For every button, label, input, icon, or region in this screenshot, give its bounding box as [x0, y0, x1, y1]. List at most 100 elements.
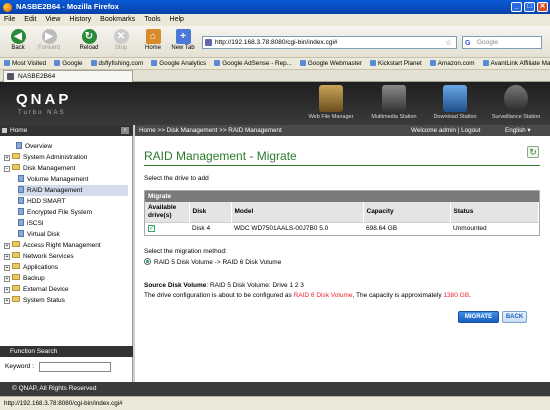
- web-file-manager-button[interactable]: Web File Manager: [300, 84, 362, 124]
- drive-select-checkbox[interactable]: ✓: [148, 225, 155, 233]
- refresh-icon: ↻: [529, 147, 537, 157]
- folder-icon: [12, 153, 20, 159]
- expand-icon[interactable]: +: [4, 298, 10, 304]
- forward-button[interactable]: ▶ Forward: [34, 28, 64, 56]
- menu-edit[interactable]: Edit: [24, 14, 36, 26]
- expand-icon[interactable]: +: [4, 155, 10, 161]
- expand-icon[interactable]: +: [4, 276, 10, 282]
- reload-button[interactable]: ↻ Reload: [74, 28, 104, 56]
- source-volume-value: : RAID 5 Disk Volume: Drive 1 2 3: [206, 282, 304, 289]
- welcome-logout-link[interactable]: Welcome admin | Logout: [411, 125, 480, 136]
- migrate-button[interactable]: MIGRATE: [458, 311, 499, 323]
- sidebar-item-overview[interactable]: Overview: [4, 141, 52, 152]
- sidebar-item-encrypted-file-system[interactable]: Encrypted File System: [18, 207, 92, 218]
- bookmark-item[interactable]: Google Webmaster: [300, 58, 362, 69]
- menu-bookmarks[interactable]: Bookmarks: [100, 14, 135, 26]
- expand-icon[interactable]: +: [4, 287, 10, 293]
- browser-tab[interactable]: NASBE2B64: [3, 70, 133, 82]
- sidebar-item-applications[interactable]: + Applications: [4, 262, 58, 273]
- site-favicon-icon: [205, 39, 212, 46]
- address-bar[interactable]: http://192.168.3.78:8080/cgi-bin/index.c…: [202, 36, 457, 49]
- bookmark-item[interactable]: Kickstart Planet: [370, 58, 422, 69]
- stop-button[interactable]: ✕ Stop: [106, 28, 136, 56]
- surveillance-station-button[interactable]: Surveillance Station: [485, 84, 547, 124]
- menu-history[interactable]: History: [69, 14, 91, 26]
- sidebar-item-virtual-disk[interactable]: Virtual Disk: [18, 229, 60, 240]
- sidebar-item-disk-management[interactable]: − Disk Management: [4, 163, 75, 174]
- raid-icon: [18, 186, 24, 193]
- refresh-button[interactable]: ↻: [527, 146, 539, 158]
- sidebar-item-label: Overview: [25, 143, 53, 150]
- menu-file[interactable]: File: [4, 14, 15, 26]
- column-header: Model: [231, 202, 364, 222]
- multimedia-station-button[interactable]: Multimedia Station: [363, 84, 425, 124]
- sidebar-item-label: Disk Management: [23, 165, 76, 172]
- sidebar-item-system-administration[interactable]: + System Administration: [4, 152, 87, 163]
- bookmark-item[interactable]: dsflyfishing.com: [91, 58, 144, 69]
- menu-bar: File Edit View History Bookmarks Tools H…: [0, 14, 550, 26]
- bookmark-item[interactable]: AvantLink Affiliate Ma...: [483, 58, 550, 69]
- status-cell: Unmounted: [450, 221, 539, 235]
- keyword-input[interactable]: [39, 362, 111, 372]
- home-icon: ⌂: [145, 29, 161, 44]
- window-titlebar: NASBE2B64 - Mozilla Firefox _ □ ✕: [0, 0, 550, 14]
- sidebar-item-hdd-smart[interactable]: HDD SMART: [18, 196, 66, 207]
- sidebar-item-volume-management[interactable]: Volume Management: [18, 174, 88, 185]
- column-header: Available drive(s): [145, 202, 190, 222]
- station-label: Surveillance Station: [491, 114, 541, 120]
- target-capacity: 1380 GB: [443, 292, 470, 299]
- sidebar-item-network-services[interactable]: + Network Services: [4, 251, 74, 262]
- column-header: Capacity: [363, 202, 451, 222]
- config-mid: , The capacity is approximately: [352, 292, 444, 299]
- radio-selected-icon[interactable]: [144, 258, 151, 265]
- chevron-down-icon: ▾: [527, 127, 531, 134]
- bookmark-item[interactable]: Google AdSense - Rep...: [214, 58, 292, 69]
- reload-icon: ↻: [81, 29, 97, 44]
- folder-icon: [12, 252, 20, 258]
- bookmark-item[interactable]: Most Visited: [4, 58, 46, 69]
- collapse-sidebar-button[interactable]: «: [121, 127, 129, 134]
- hdd-icon: [18, 197, 24, 204]
- language-select[interactable]: English ▾: [505, 125, 531, 136]
- folder-icon: [12, 296, 20, 302]
- back-to-list-button[interactable]: BACK: [502, 311, 527, 323]
- surveillance-station-icon: [504, 85, 528, 112]
- sidebar-item-external-device[interactable]: + External Device: [4, 284, 69, 295]
- expand-icon[interactable]: +: [4, 254, 10, 260]
- target-volume-type: RAID 6 Disk Volume: [293, 292, 353, 299]
- new-tab-button[interactable]: + New Tab: [168, 28, 198, 56]
- column-header: Disk: [189, 202, 232, 222]
- sidebar-item-access-right-management[interactable]: + Access Right Management: [4, 240, 101, 251]
- bookmark-item[interactable]: Google Analytics: [151, 58, 206, 69]
- firefox-icon: [3, 3, 12, 12]
- browser-status-bar: http://192.168.3.78:8080/cgi-bin/index.c…: [0, 396, 550, 410]
- bookmark-star-icon[interactable]: ☆: [445, 37, 452, 48]
- sidebar-item-iscsi[interactable]: iSCSI: [18, 218, 44, 229]
- sidebar-item-raid-management[interactable]: RAID Management: [18, 185, 128, 196]
- sidebar-item-label: Network Services: [23, 253, 74, 260]
- expand-icon[interactable]: +: [4, 265, 10, 271]
- source-volume-line: Source Disk Volume: RAID 5 Disk Volume: …: [144, 282, 304, 289]
- maximize-button[interactable]: □: [524, 2, 535, 12]
- forward-arrow-icon: ▶: [41, 29, 57, 44]
- keyword-label: Keyword :: [5, 363, 34, 370]
- model-cell: WDC WD7501AALS-00J7B0 5.0: [231, 221, 363, 235]
- menu-help[interactable]: Help: [170, 14, 184, 26]
- sidebar-item-system-status[interactable]: + System Status: [4, 295, 65, 306]
- bookmark-item[interactable]: Amazon.com: [430, 58, 475, 69]
- back-button[interactable]: ◀ Back: [3, 28, 33, 56]
- expand-icon[interactable]: +: [4, 243, 10, 249]
- collapse-icon[interactable]: −: [4, 166, 10, 172]
- minimize-button[interactable]: _: [511, 2, 522, 12]
- migration-method-option[interactable]: RAID 5 Disk Volume -> RAID 6 Disk Volume: [144, 258, 281, 266]
- sidebar-item-backup[interactable]: + Backup: [4, 273, 45, 284]
- station-label: Multimedia Station: [371, 114, 417, 120]
- bookmark-item[interactable]: Google: [54, 58, 82, 69]
- close-window-button[interactable]: ✕: [537, 2, 548, 12]
- menu-view[interactable]: View: [45, 14, 60, 26]
- qnap-logo: QNAP: [16, 91, 72, 108]
- download-station-button[interactable]: Download Station: [424, 84, 486, 124]
- search-input[interactable]: G Google: [462, 36, 542, 49]
- menu-tools[interactable]: Tools: [144, 14, 160, 26]
- home-button[interactable]: ⌂ Home: [138, 28, 168, 56]
